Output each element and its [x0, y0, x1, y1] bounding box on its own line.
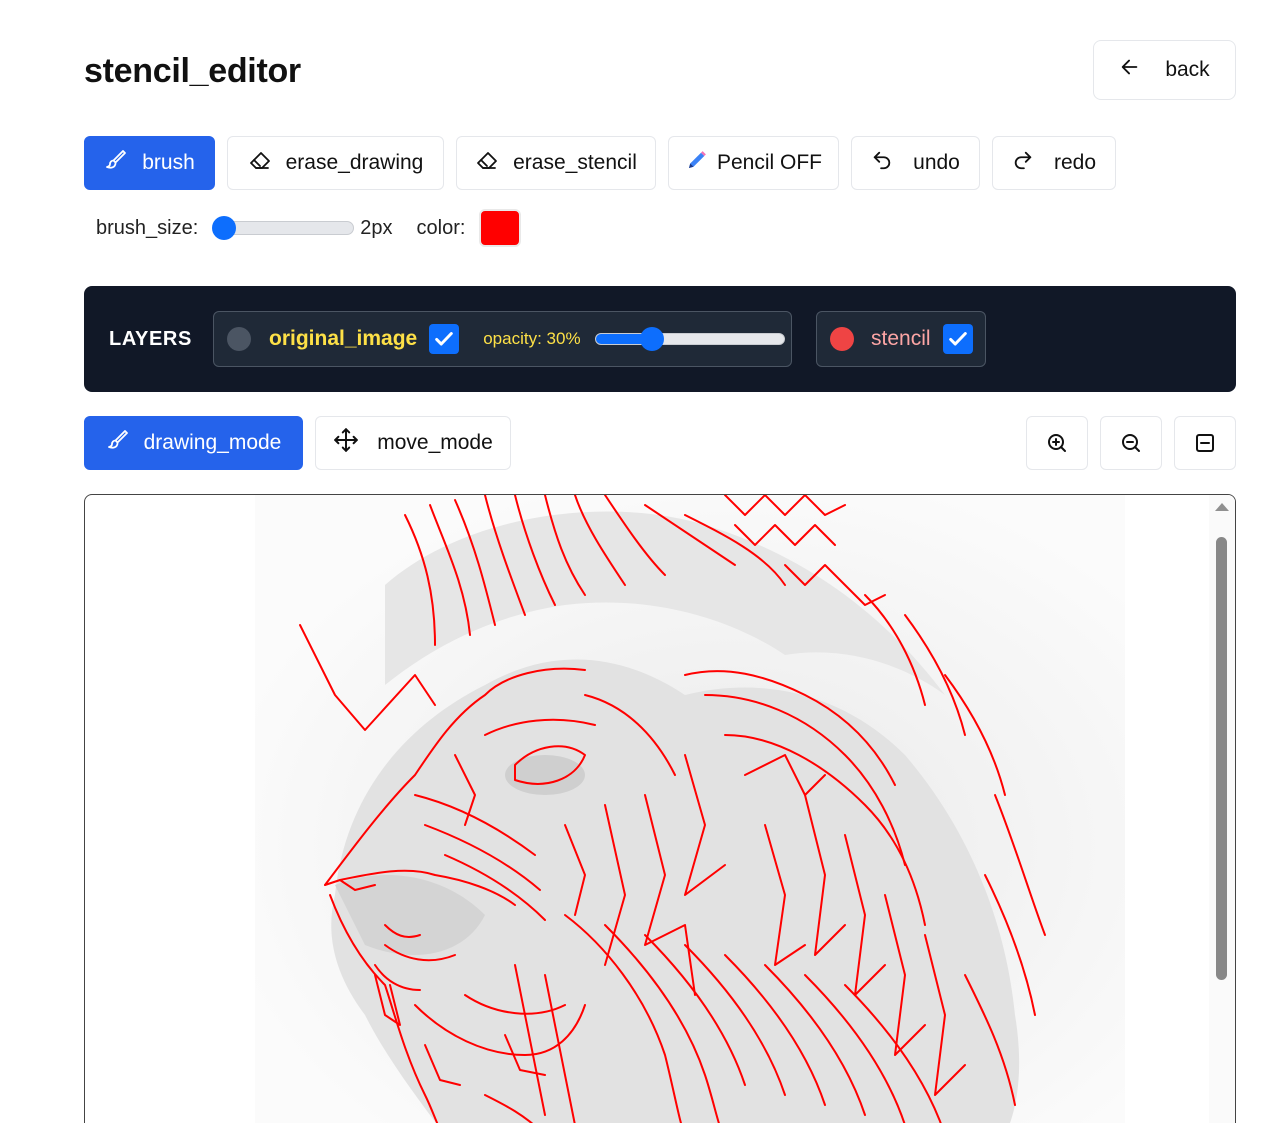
- layer-original-label: original_image: [269, 327, 418, 350]
- layer-color-dot: [830, 327, 854, 351]
- erase-stencil-label: erase_stencil: [513, 151, 637, 174]
- opacity-slider-thumb[interactable]: [639, 327, 664, 351]
- checkmark-icon: [435, 332, 454, 346]
- canvas-scrollbar[interactable]: [1209, 495, 1235, 1123]
- page-title: stencil_editor: [84, 52, 301, 90]
- canvas-artwork: [255, 495, 1125, 1123]
- undo-label: undo: [913, 151, 960, 174]
- undo-button[interactable]: undo: [851, 136, 980, 190]
- brush-settings: brush_size: 2px color:: [96, 206, 522, 250]
- back-label: back: [1165, 58, 1210, 81]
- redo-label: redo: [1053, 151, 1097, 174]
- brush-label: brush: [142, 151, 195, 174]
- redo-button[interactable]: redo: [992, 136, 1116, 190]
- eraser-icon: [248, 148, 272, 178]
- brush-icon: [106, 428, 130, 458]
- zoom-in-button[interactable]: [1026, 416, 1088, 470]
- brush-size-value: 2px: [360, 216, 393, 239]
- layer-stencil-visibility-checkbox[interactable]: [942, 324, 973, 354]
- checkmark-icon: [948, 332, 967, 346]
- arrow-left-icon: [1119, 56, 1141, 84]
- minus-square-icon: [1196, 434, 1214, 452]
- redo-icon: [1012, 149, 1034, 177]
- zoom-in-icon: [1048, 434, 1066, 452]
- drawing-mode-button[interactable]: drawing_mode: [84, 416, 303, 470]
- eraser-icon: [475, 148, 499, 178]
- layers-title: LAYERS: [109, 328, 192, 350]
- back-button[interactable]: back: [1093, 40, 1236, 100]
- erase-stencil-button[interactable]: erase_stencil: [456, 136, 656, 190]
- layer-stencil: stencil: [816, 311, 986, 367]
- pencil-label: Pencil OFF: [716, 151, 823, 174]
- brush-size-slider[interactable]: [211, 216, 355, 240]
- drawing-canvas[interactable]: [84, 494, 1236, 1123]
- layer-color-dot: [227, 327, 251, 351]
- brush-size-slider-thumb[interactable]: [211, 216, 236, 240]
- brush-size-label: brush_size:: [96, 216, 199, 239]
- layer-original-visibility-checkbox[interactable]: [429, 324, 460, 354]
- move-icon: [333, 427, 359, 459]
- scroll-up-arrow-icon[interactable]: [1215, 503, 1229, 511]
- erase-drawing-label: erase_drawing: [285, 151, 424, 174]
- undo-icon: [871, 149, 893, 177]
- zoom-out-button[interactable]: [1100, 416, 1162, 470]
- brush-icon: [104, 148, 128, 178]
- pencil-icon: [685, 148, 709, 178]
- layer-original-image: original_image opacity: 30%: [213, 311, 792, 367]
- layers-panel: LAYERS original_image opacity: 30% stenc…: [84, 286, 1236, 392]
- brush-button[interactable]: brush: [84, 136, 215, 190]
- opacity-label: opacity: 30%: [483, 329, 581, 348]
- drawing-mode-label: drawing_mode: [143, 431, 282, 454]
- move-mode-button[interactable]: move_mode: [315, 416, 511, 470]
- color-picker[interactable]: [479, 209, 522, 247]
- scrollbar-thumb[interactable]: [1216, 537, 1227, 980]
- fit-view-button[interactable]: [1174, 416, 1236, 470]
- move-mode-label: move_mode: [377, 431, 493, 454]
- opacity-slider[interactable]: [594, 327, 785, 351]
- zoom-out-icon: [1122, 434, 1140, 452]
- pencil-toggle-button[interactable]: Pencil OFF: [668, 136, 839, 190]
- color-label: color:: [416, 216, 466, 239]
- layer-stencil-label: stencil: [871, 327, 931, 350]
- erase-drawing-button[interactable]: erase_drawing: [227, 136, 444, 190]
